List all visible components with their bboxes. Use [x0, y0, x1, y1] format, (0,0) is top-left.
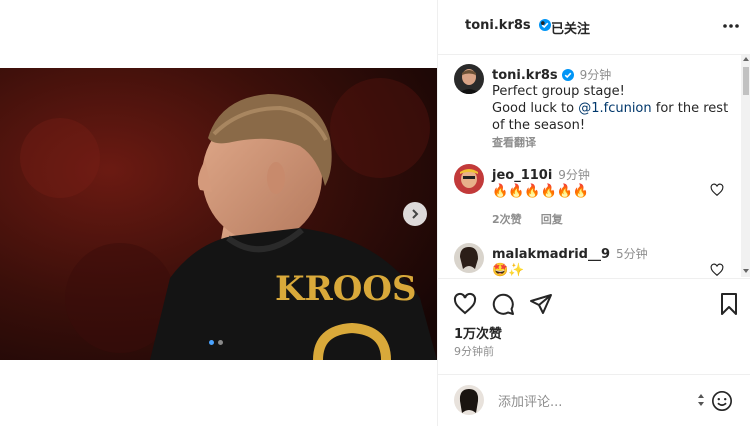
more-options-icon[interactable]	[721, 18, 741, 34]
scrollbar-thumb[interactable]	[743, 67, 749, 95]
jersey-name: KROOS	[275, 269, 417, 309]
likes-count[interactable]: 1万次赞	[454, 323, 502, 342]
caption-text: for the rest	[651, 101, 729, 116]
comment-item: jeo_110i 9分钟 🔥🔥🔥🔥🔥🔥 2次赞 回复	[492, 164, 722, 227]
post-photo[interactable]: KROOS	[0, 68, 437, 360]
instagram-post-view: KROOS toni.kr8s • 已关注 toni.kr8s 9分钟 Perf…	[0, 0, 750, 426]
caption-line-1: Perfect group stage!	[492, 84, 625, 99]
scroll-up-arrow-icon[interactable]	[743, 57, 749, 61]
scroll-down-arrow-icon[interactable]	[743, 269, 749, 273]
comment-input[interactable]	[496, 391, 690, 413]
caption-line-2: Good luck to @1.fcunion for the rest	[492, 100, 737, 117]
post-details-panel: toni.kr8s • 已关注 toni.kr8s 9分钟 Perfect gr…	[437, 0, 750, 426]
chevron-right-icon	[412, 209, 419, 219]
share-icon[interactable]	[529, 292, 553, 316]
comment-username[interactable]: malakmadrid__9	[492, 247, 610, 262]
comment-time: 9分钟	[558, 168, 590, 182]
avatar-image	[454, 243, 484, 273]
caption-time: 9分钟	[579, 68, 612, 82]
carousel-dot-active	[209, 340, 214, 345]
player-illustration: KROOS	[0, 68, 437, 360]
comments-scrollbar[interactable]	[741, 55, 750, 277]
post-timestamp: 9分钟前	[454, 345, 494, 358]
comment-username[interactable]: jeo_110i	[492, 168, 552, 183]
commenter-avatar[interactable]	[454, 164, 484, 194]
avatar-image	[454, 385, 484, 415]
caption-line-3: of the season!	[492, 118, 586, 133]
comments-list[interactable]: toni.kr8s 9分钟 Perfect group stage! Good l…	[438, 55, 750, 277]
like-comment-icon[interactable]	[710, 183, 724, 197]
comment-text: 🔥🔥🔥🔥🔥🔥	[492, 184, 590, 199]
comment-text: 🤩✨	[492, 263, 525, 277]
comment-item: malakmadrid__9 5分钟 🤩✨	[492, 243, 722, 277]
spinner-arrows-icon[interactable]	[696, 391, 706, 409]
caption: toni.kr8s 9分钟 Perfect group stage! Good l…	[492, 64, 737, 150]
media-panel: KROOS	[0, 0, 437, 426]
caption-username[interactable]: toni.kr8s	[492, 68, 558, 83]
avatar-image	[454, 164, 484, 194]
emoji-icon[interactable]	[711, 390, 733, 412]
author-username[interactable]: toni.kr8s	[465, 18, 531, 33]
like-comment-icon[interactable]	[710, 263, 724, 277]
see-translation-link[interactable]: 查看翻译	[492, 134, 737, 150]
mention-link[interactable]: @1.fcunion	[578, 101, 651, 116]
heart-icon[interactable]	[453, 292, 477, 316]
author-avatar[interactable]	[454, 64, 484, 94]
bookmark-icon[interactable]	[717, 292, 741, 316]
comment-icon[interactable]	[491, 292, 515, 316]
caption-text: Good luck to	[492, 101, 579, 116]
next-image-button[interactable]	[403, 202, 427, 226]
reply-button[interactable]: 回复	[541, 213, 563, 226]
verified-badge-icon	[561, 69, 574, 81]
header-separator: •	[539, 17, 547, 32]
avatar-image	[454, 64, 484, 94]
carousel-indicator	[209, 340, 223, 345]
commenter-avatar[interactable]	[454, 243, 484, 273]
post-header: toni.kr8s • 已关注	[438, 0, 750, 55]
current-user-avatar	[454, 385, 484, 415]
following-button[interactable]: 已关注	[551, 18, 590, 37]
comment-time: 5分钟	[616, 247, 648, 261]
divider	[438, 278, 750, 279]
carousel-dot	[218, 340, 223, 345]
comment-composer	[438, 374, 750, 427]
comment-likes[interactable]: 2次赞	[492, 213, 522, 226]
post-actions	[438, 288, 750, 318]
